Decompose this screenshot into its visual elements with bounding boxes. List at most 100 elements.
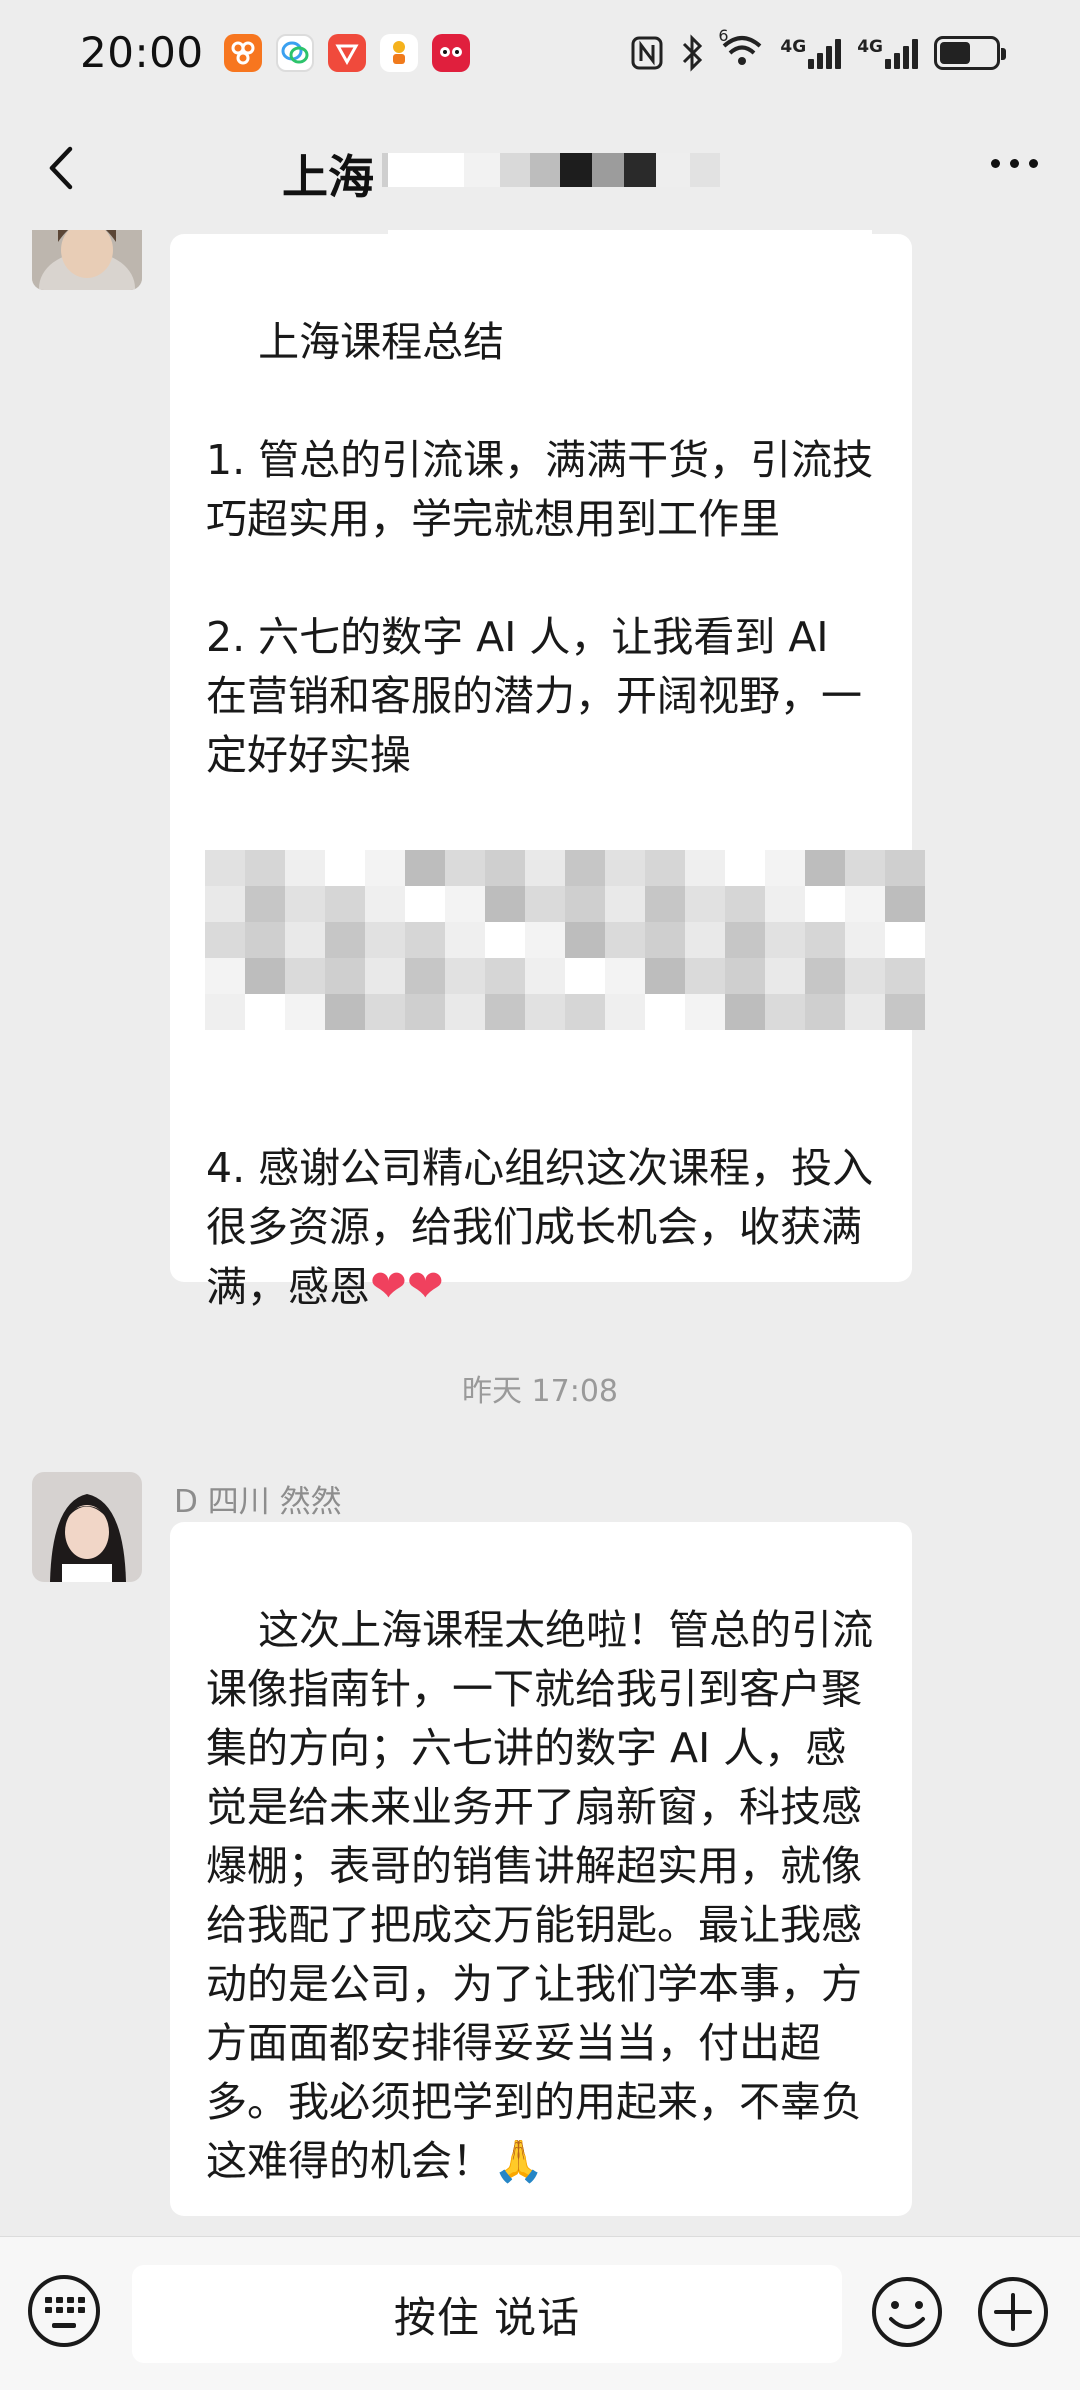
mosaic-cell [525,886,565,922]
mosaic-cell [805,850,845,886]
time-divider: 昨天 17:08 [462,1374,618,1409]
mosaic-cell [685,850,725,886]
mosaic-cell [405,994,445,1030]
mosaic-cell [205,922,245,958]
message-bubble[interactable]: 上海课程总结 1. 管总的引流课，满满干货，引流技巧超实用，学完就想用到工作里 … [170,234,912,1312]
mosaic-cell [365,994,405,1030]
mosaic-cell [685,994,725,1030]
mosaic-cell [605,922,645,958]
chat-header: 上海 [0,105,1080,230]
mosaic-cell [805,886,845,922]
mosaic-cell [725,958,765,994]
network-label-1: 4G [780,36,807,57]
tmall-icon [431,33,470,72]
input-bar: 按住 说话 [0,2236,1080,2390]
mosaic-cell [805,994,845,1030]
network-label-2: 4G [857,36,883,57]
mosaic-cell [565,886,605,922]
mosaic-cell [605,850,645,886]
mosaic-cell [845,994,885,1030]
mosaic-cell [205,886,245,922]
mosaic-cell [485,994,525,1030]
mosaic-cell [685,886,725,922]
mosaic-cell [485,958,525,994]
mosaic-cell [325,886,365,922]
redacted-strip [388,230,872,258]
signal-icon-1: 4G [780,36,842,69]
mosaic-cell [645,958,685,994]
mosaic-cell [645,922,685,958]
status-bar: 20:00 6 4G 4G [0,0,1080,105]
status-app-icons [223,33,470,72]
mosaic-cell [605,994,645,1030]
mosaic-cell [445,922,485,958]
mosaic-cell [845,958,885,994]
mosaic-cell [445,958,485,994]
mosaic-cell [405,850,445,886]
mosaic-cell [765,850,805,886]
redacted-mosaic [205,850,925,1030]
mosaic-cell [805,958,845,994]
message-list[interactable]: 上海课程总结 1. 管总的引流课，满满干货，引流技巧超实用，学完就想用到工作里 … [0,230,1080,2236]
mosaic-cell [205,850,245,886]
mosaic-cell [885,850,925,886]
mosaic-cell [485,886,525,922]
mosaic-cell [445,886,485,922]
mosaic-cell [365,958,405,994]
wifi-label: 6 [718,25,729,45]
mosaic-cell [725,922,765,958]
battery-icon [934,35,1006,70]
mosaic-cell [525,958,565,994]
mosaic-cell [285,850,325,886]
avatar[interactable] [32,230,142,290]
message-text: 这次上海课程太绝啦！管总的引流课像指南针，一下就给我引到客户聚集的方向；六七讲的… [206,1606,874,2185]
mosaic-cell [645,850,685,886]
status-right-group: 6 4G 4G [630,26,1006,74]
tea-app-icon [379,33,418,72]
mosaic-cell [765,886,805,922]
keyboard-icon[interactable] [28,2275,100,2347]
chevron-left-icon[interactable] [40,143,84,193]
mosaic-cell [365,922,405,958]
app-orange-icon [223,33,262,72]
shield-app-icon [327,33,366,72]
plus-icon[interactable] [976,2275,1050,2349]
mosaic-cell [725,850,765,886]
mosaic-cell [445,994,485,1030]
mosaic-cell [285,958,325,994]
status-time: 20:00 [80,28,204,77]
more-dots-icon[interactable] [991,159,1038,168]
mosaic-cell [605,886,645,922]
mosaic-cell [845,922,885,958]
hold-to-talk-button[interactable]: 按住 说话 [132,2265,842,2363]
mosaic-cell [205,958,245,994]
mosaic-cell [845,886,885,922]
mosaic-cell [885,922,925,958]
mosaic-cell [325,994,365,1030]
mosaic-cell [325,850,365,886]
mosaic-cell [885,958,925,994]
mosaic-cell [365,850,405,886]
mosaic-cell [565,958,605,994]
mosaic-cell [885,886,925,922]
mosaic-cell [325,958,365,994]
nfc-icon [631,36,663,69]
mosaic-cell [685,922,725,958]
mosaic-cell [525,994,565,1030]
mosaic-cell [485,850,525,886]
mosaic-cell [605,958,645,994]
mosaic-cell [565,922,605,958]
smile-icon[interactable] [870,2275,944,2349]
mosaic-cell [405,922,445,958]
mosaic-cell [245,850,285,886]
mosaic-cell [245,958,285,994]
message-bubble[interactable]: 这次上海课程太绝啦！管总的引流课像指南针，一下就给我引到客户聚集的方向；六七讲的… [170,1522,912,2216]
mosaic-cell [485,922,525,958]
mosaic-cell [645,994,685,1030]
mosaic-cell [885,994,925,1030]
wifi-icon: 6 [718,26,764,74]
avatar[interactable] [32,1472,142,1582]
mosaic-cell [525,922,565,958]
mosaic-cell [445,850,485,886]
chat-title[interactable]: 上海 [282,141,374,207]
